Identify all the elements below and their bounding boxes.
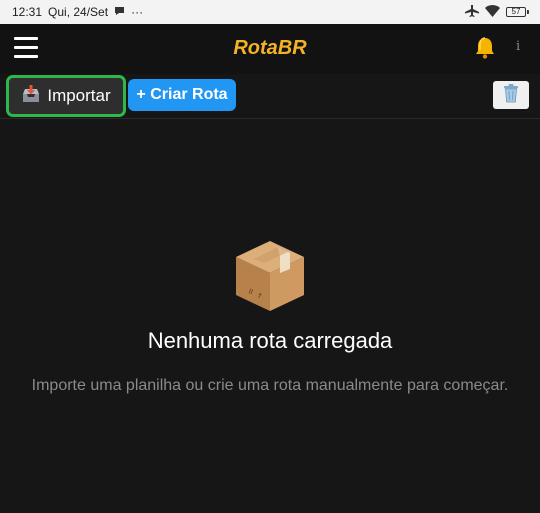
empty-state-title: Nenhuma rota carregada: [147, 328, 393, 353]
import-label: Importar: [47, 86, 111, 105]
app-bar: RotaBR i: [0, 24, 540, 74]
trash-button[interactable]: [493, 81, 529, 109]
toolbar: Importar + Criar Rota: [0, 74, 540, 119]
create-route-label: + Criar Rota: [136, 86, 228, 103]
wifi-icon: [485, 4, 500, 20]
trash-icon: [502, 83, 520, 108]
info-icon[interactable]: i: [516, 39, 520, 54]
import-button[interactable]: Importar: [6, 75, 126, 117]
bell-icon[interactable]: [473, 36, 497, 60]
status-more: ···: [131, 5, 144, 19]
airplane-icon: [465, 4, 479, 20]
battery-level: 57: [511, 7, 521, 16]
package-icon: II ↑: [230, 235, 310, 315]
status-date: Qui, 24/Set: [48, 5, 109, 19]
empty-state-description: Importe uma planilha ou crie uma rota ma…: [31, 377, 509, 394]
create-route-button[interactable]: + Criar Rota: [128, 79, 236, 111]
battery-icon: 57: [506, 7, 529, 17]
status-bar: 12:31 Qui, 24/Set ··· 57: [0, 0, 540, 24]
empty-state: II ↑ Nenhuma rota carregada Importe uma …: [0, 119, 540, 513]
app-title: RotaBR: [233, 37, 307, 59]
inbox-tray-icon: [21, 84, 41, 109]
status-time: 12:31: [12, 5, 43, 19]
chat-bubble-icon: [114, 5, 125, 19]
